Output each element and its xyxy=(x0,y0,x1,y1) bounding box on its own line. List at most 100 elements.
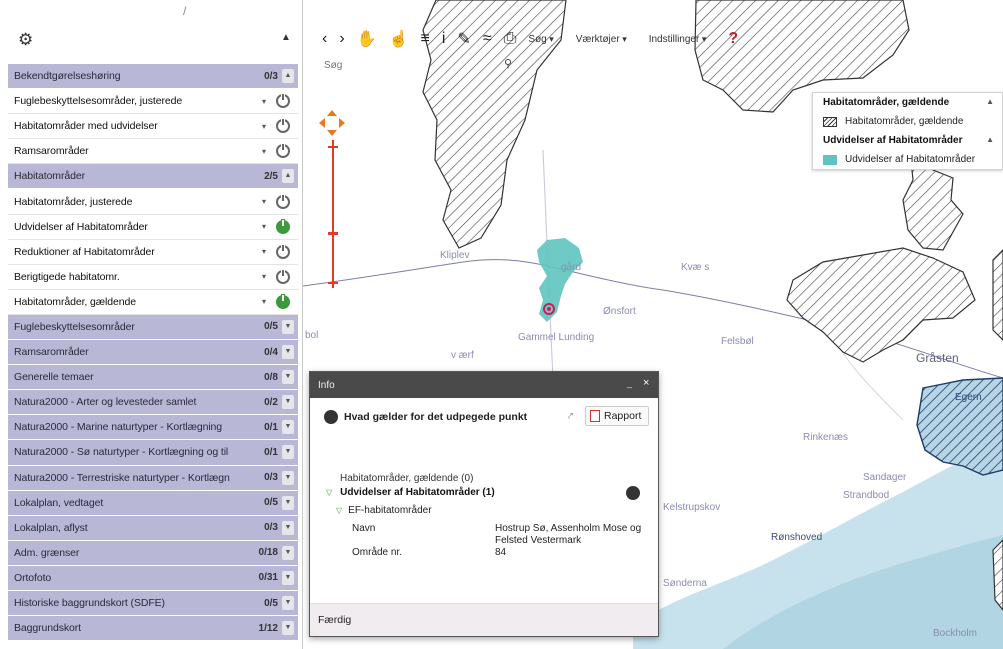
layer-item-row[interactable]: Habitatområder, gældende ▾ xyxy=(8,289,298,315)
layer-item-row[interactable]: Berigtigede habitatomr. ▾ xyxy=(8,264,298,290)
layer-group-row[interactable]: Lokalplan, vedtaget 0/5 ▼ xyxy=(8,490,298,516)
info-icon[interactable]: i xyxy=(442,30,446,48)
layer-item-row[interactable]: Reduktioner af Habitatområder ▾ xyxy=(8,239,298,265)
info-section-habitat[interactable]: Habitatområder, gældende (0) xyxy=(340,473,473,484)
layer-group-row[interactable]: Bekendtgørelseshøring 0/3 ▲ xyxy=(8,64,298,90)
legend-group-1[interactable]: Habitatområder, gældende ▲ xyxy=(813,93,1002,112)
panel-header: / ⚙ ▲ xyxy=(0,0,303,64)
chevron-down-icon[interactable]: ▾ xyxy=(258,197,270,206)
legend-collapse-icon[interactable]: ▲ xyxy=(986,97,994,106)
chevron-down-icon[interactable]: ▾ xyxy=(258,297,270,306)
layer-count: 0/1 xyxy=(264,446,278,458)
pointer-info-icon[interactable]: ☝ xyxy=(389,29,409,49)
expand-icon[interactable]: ▼ xyxy=(282,495,294,510)
info-window: Info _ × Hvad gælder for det udpegede pu… xyxy=(309,371,659,637)
collapse-icon[interactable]: ▲ xyxy=(282,169,294,184)
menu-search[interactable]: Søg xyxy=(528,34,553,45)
layer-group-row[interactable]: Fuglebeskyttelsesområder 0/5 ▼ xyxy=(8,314,298,341)
decorative-stroke: / xyxy=(183,4,187,18)
expand-icon[interactable]: ▼ xyxy=(282,470,294,485)
power-toggle-icon[interactable] xyxy=(276,293,290,309)
layer-item-row[interactable]: Habitatområder med udvidelser ▾ xyxy=(8,114,298,140)
power-toggle-icon[interactable] xyxy=(276,118,290,134)
legend-group-2[interactable]: Udvidelser af Habitatområder ▲ xyxy=(813,131,1002,150)
chevron-down-icon[interactable]: ▾ xyxy=(258,97,270,106)
layer-group-row[interactable]: Baggrundskort 1/12 ▼ xyxy=(8,616,298,642)
back-icon[interactable]: ‹ xyxy=(322,30,327,48)
close-icon[interactable]: × xyxy=(643,377,649,389)
chevron-down-icon[interactable]: ▾ xyxy=(258,272,270,281)
layer-group-row[interactable]: Generelle temaer 0/8 ▼ xyxy=(8,365,298,391)
info-section-extension[interactable]: ▽ Udvidelser af Habitatområder (1) xyxy=(326,487,495,498)
expand-icon[interactable]: ▼ xyxy=(282,319,294,334)
expand-icon[interactable]: ▼ xyxy=(282,621,294,636)
panel-collapse-icon[interactable]: ▲ xyxy=(281,32,291,43)
minimize-icon[interactable]: _ xyxy=(627,378,632,388)
layer-group-row[interactable]: Habitatområder 2/5 ▲ xyxy=(8,164,298,190)
zoom-slider[interactable] xyxy=(328,140,338,288)
help-icon[interactable]: ? xyxy=(728,30,738,48)
menu-tools[interactable]: Værktøjer xyxy=(576,34,627,45)
expand-icon[interactable]: ▼ xyxy=(282,445,294,460)
menu-settings[interactable]: Indstillinger xyxy=(649,34,707,45)
gear-icon[interactable]: ⚙ xyxy=(18,30,33,50)
report-button[interactable]: Rapport xyxy=(585,406,649,426)
layer-group-row[interactable]: Natura2000 - Arter og levesteder samlet 0… xyxy=(8,390,298,416)
info-question-text: Hvad gælder for det udpegede punkt xyxy=(344,411,528,423)
layer-group-row[interactable]: Natura2000 - Marine naturtyper - Kortlæg… xyxy=(8,415,298,441)
search-icon[interactable]: ⚲ xyxy=(504,57,512,70)
pan-hand-icon[interactable]: ✋ xyxy=(357,29,377,49)
chevron-down-icon[interactable]: ▾ xyxy=(258,122,270,131)
layer-group-row[interactable]: Historiske baggrundskort (SDFE) 0/5 ▼ xyxy=(8,590,298,617)
layer-count: 0/3 xyxy=(264,472,278,484)
layer-group-row[interactable]: Adm. grænser 0/18 ▼ xyxy=(8,540,298,566)
layer-group-row[interactable]: Ramsarområder 0/4 ▼ xyxy=(8,340,298,366)
info-subsection[interactable]: ▽ EF-habitatområder xyxy=(336,505,432,516)
expand-icon[interactable]: ▼ xyxy=(282,370,294,385)
expand-icon[interactable]: ▼ xyxy=(282,570,294,585)
expand-icon[interactable]: ▼ xyxy=(282,420,294,435)
power-toggle-icon[interactable] xyxy=(276,268,290,284)
print-icon[interactable]: ⎙ xyxy=(504,30,517,48)
measure-icon[interactable]: ✎ xyxy=(457,29,470,49)
expand-icon[interactable]: ▼ xyxy=(282,345,294,360)
layer-group-row[interactable]: Lokalplan, aflyst 0/3 ▼ xyxy=(8,515,298,541)
map-label-ronshoved: Rønshoved xyxy=(771,532,823,543)
power-toggle-icon[interactable] xyxy=(276,218,290,234)
power-toggle-icon[interactable] xyxy=(276,193,290,209)
habitat-area-rinkenaes xyxy=(992,539,1003,611)
chevron-down-icon[interactable]: ▾ xyxy=(258,147,270,156)
layer-group-row[interactable]: Ortofoto 0/31 ▼ xyxy=(8,565,298,591)
expand-icon[interactable]: ▼ xyxy=(282,545,294,560)
share-icon[interactable]: ≈ xyxy=(483,30,492,48)
info-status-bar: Færdig xyxy=(310,603,658,636)
hatch-swatch-icon xyxy=(823,116,837,127)
layer-group-row[interactable]: Natura2000 - Terrestriske naturtyper - K… xyxy=(8,465,298,491)
power-toggle-icon[interactable] xyxy=(276,143,290,159)
expand-icon[interactable]: ▼ xyxy=(282,395,294,410)
map-label-egernsund: Egern xyxy=(955,392,982,403)
info-titlebar[interactable]: Info _ × xyxy=(310,372,658,398)
pan-arrows-icon[interactable] xyxy=(317,108,347,138)
collapse-icon[interactable]: ▲ xyxy=(282,69,294,84)
zoom-to-icon[interactable] xyxy=(626,486,640,500)
layer-group-row[interactable]: Natura2000 - Sø naturtyper - Kortlægning… xyxy=(8,440,298,466)
expand-icon[interactable]: ▼ xyxy=(282,520,294,535)
power-toggle-icon[interactable] xyxy=(276,93,290,109)
power-toggle-icon[interactable] xyxy=(276,243,290,259)
layer-item-row[interactable]: Fuglebeskyttelsesområder, justerede ▾ xyxy=(8,89,298,115)
legend-collapse-icon[interactable]: ▲ xyxy=(986,135,994,144)
expand-icon[interactable]: ▼ xyxy=(282,596,294,611)
layer-label: Natura2000 - Marine naturtyper - Kortlæg… xyxy=(14,421,223,434)
forward-icon[interactable]: › xyxy=(339,30,344,48)
legend-panel: Habitatområder, gældende ▲ Habitatområde… xyxy=(812,92,1003,170)
layer-item-row[interactable]: Ramsarområder ▾ xyxy=(8,139,298,165)
layer-item-row[interactable]: Udvidelser af Habitatområder ▾ xyxy=(8,214,298,240)
layer-item-row[interactable]: Habitatområder, justerede ▾ xyxy=(8,189,298,215)
share-arrow-icon[interactable]: ⤤ xyxy=(568,411,573,422)
layer-label: Lokalplan, vedtaget xyxy=(14,496,104,509)
layer-count: 0/4 xyxy=(264,346,278,358)
chevron-down-icon[interactable]: ▾ xyxy=(258,247,270,256)
chevron-down-icon[interactable]: ▾ xyxy=(258,222,270,231)
list-icon[interactable]: ≡ xyxy=(421,30,430,48)
